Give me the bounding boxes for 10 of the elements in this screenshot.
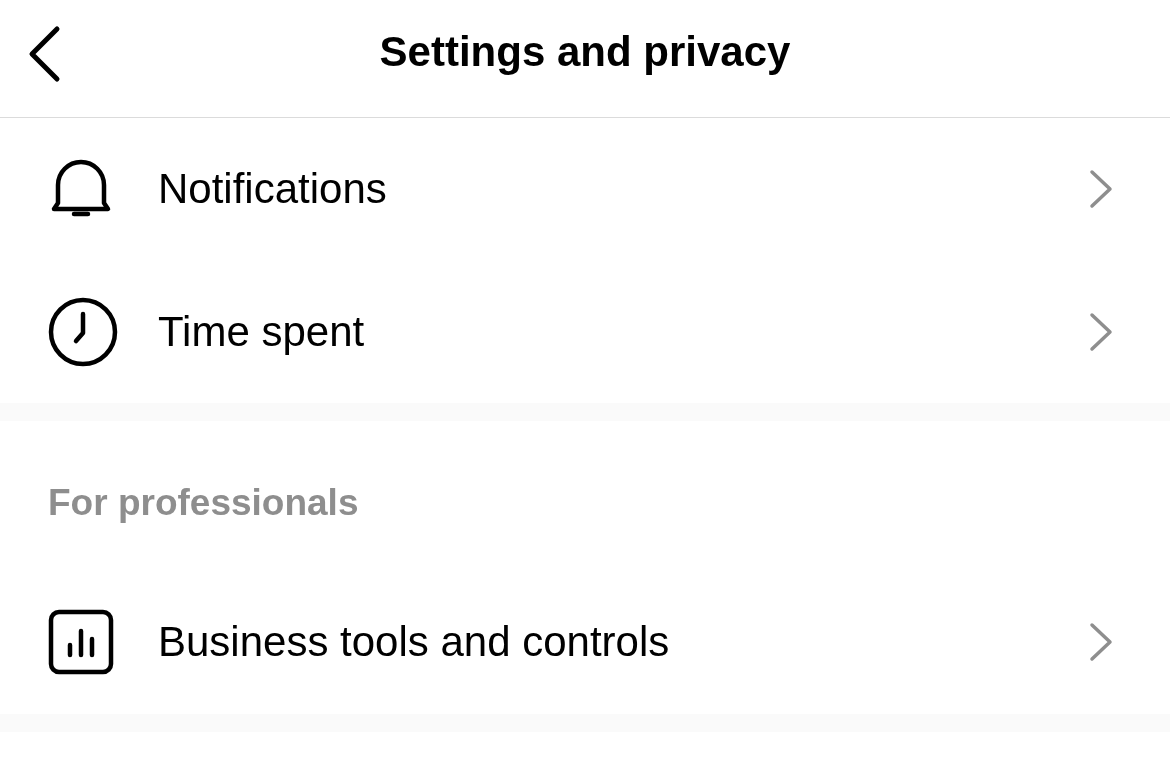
chevron-right-icon: [1088, 169, 1114, 209]
clock-icon: [48, 296, 118, 367]
settings-item[interactable]: Time spent: [0, 260, 1170, 403]
section-title: For professionals: [48, 481, 359, 524]
chevron-right-icon: [1088, 311, 1114, 352]
chart-icon: [48, 609, 114, 675]
settings-item[interactable]: Notifications: [0, 118, 1170, 260]
page-title: Settings and privacy: [379, 27, 791, 76]
settings-item[interactable]: Business tools and controls: [0, 570, 1170, 714]
chevron-right-icon: [1088, 622, 1114, 662]
